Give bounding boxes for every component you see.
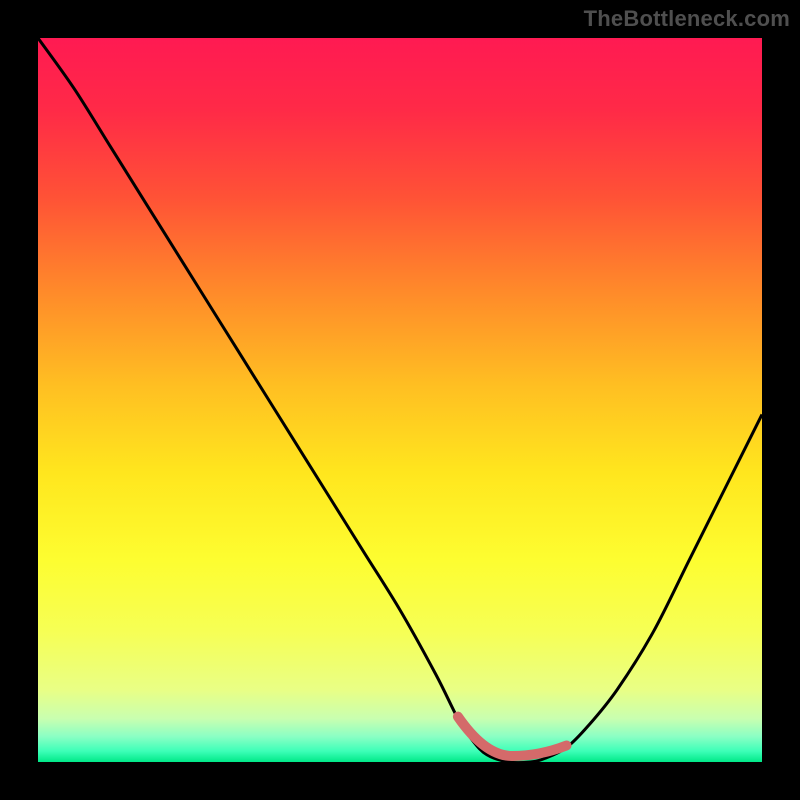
chart-frame: TheBottleneck.com xyxy=(0,0,800,800)
bottleneck-chart xyxy=(38,38,762,762)
watermark-text: TheBottleneck.com xyxy=(584,6,790,32)
plot-area xyxy=(38,38,762,762)
gradient-background xyxy=(38,38,762,762)
